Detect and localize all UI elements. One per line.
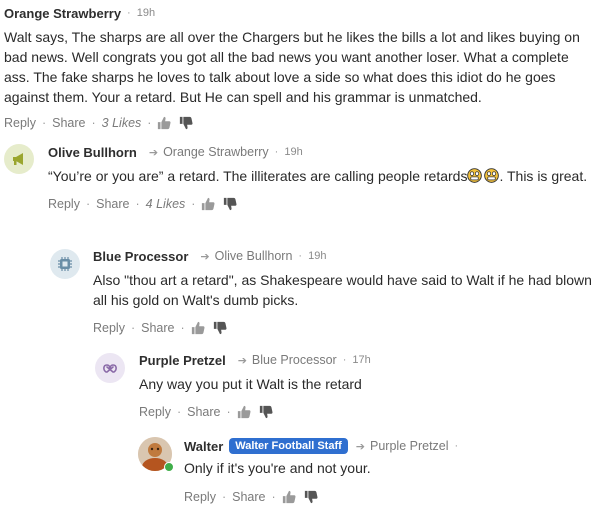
thumbs-down-icon[interactable] <box>179 116 193 130</box>
reply-to[interactable]: ➔ Purple Pretzel <box>356 439 449 453</box>
comment-text: Also "thou art a retard", as Shakespeare… <box>93 272 592 308</box>
separator-dot: · <box>41 116 47 130</box>
comment-text: Only if it's you're and not your. <box>184 460 371 476</box>
separator-dot: · <box>135 197 140 211</box>
separator-dot: · <box>191 197 196 211</box>
separator-dot: · <box>180 321 185 335</box>
share-button[interactable]: Share <box>232 490 265 504</box>
comment-blue-processor: Blue Processor ➔ Olive Bullhorn · 19h Al… <box>93 246 593 338</box>
likes-count[interactable]: 3 Likes <box>102 116 142 130</box>
comment-author[interactable]: Blue Processor <box>93 249 188 264</box>
thumbs-up-icon[interactable] <box>237 405 251 419</box>
reply-arrow-icon: ➔ <box>237 354 247 367</box>
comment-author[interactable]: Walter <box>184 439 223 454</box>
avatar[interactable] <box>50 249 80 279</box>
reply-button[interactable]: Reply <box>48 197 80 211</box>
comment-olive-bullhorn: Olive Bullhorn ➔ Orange Strawberry · 19h… <box>48 142 593 214</box>
separator-dot: · <box>85 197 91 211</box>
separator-dot: · <box>226 405 231 419</box>
reply-to-author: Purple Pretzel <box>370 439 449 453</box>
comment-time[interactable]: 17h <box>352 354 370 366</box>
comment-header: Walter Walter Football Staff ➔ Purple Pr… <box>184 436 594 456</box>
comment-text: Walt says, The sharps are all over the C… <box>4 29 580 105</box>
separator-dot: · <box>130 321 136 335</box>
staff-badge: Walter Football Staff <box>229 438 348 454</box>
comment-orange-strawberry: Orange Strawberry · 19h Walt says, The s… <box>4 3 598 133</box>
separator-dot: · <box>147 116 152 130</box>
thumbs-up-icon[interactable] <box>282 490 296 504</box>
comment-time[interactable]: 19h <box>284 146 302 158</box>
reply-to[interactable]: ➔ Blue Processor <box>238 353 337 367</box>
avatar[interactable] <box>95 353 125 383</box>
separator-dot: · <box>342 354 347 366</box>
comment-actions: Reply · Share · <box>139 402 594 422</box>
comment-text-part: “You’re or you are” a retard. The illite… <box>48 168 468 184</box>
separator-dot: · <box>221 490 227 504</box>
reply-button[interactable]: Reply <box>139 405 171 419</box>
comment-time[interactable]: 19h <box>308 250 326 262</box>
share-button[interactable]: Share <box>187 405 220 419</box>
reply-to-author: Orange Strawberry <box>163 145 269 159</box>
pretzel-icon <box>103 364 117 373</box>
reply-to-author: Blue Processor <box>251 353 337 367</box>
comment-actions: Reply · Share · <box>93 318 593 338</box>
comment-author[interactable]: Olive Bullhorn <box>48 145 137 160</box>
share-button[interactable]: Share <box>141 321 174 335</box>
share-button[interactable]: Share <box>52 116 85 130</box>
reply-arrow-icon: ➔ <box>355 440 366 453</box>
comment-text-part: . This is great. <box>499 168 588 184</box>
separator-dot: · <box>271 490 276 504</box>
reply-to[interactable]: ➔ Orange Strawberry <box>149 145 269 159</box>
thumbs-up-icon[interactable] <box>191 321 205 335</box>
thumbs-up-icon[interactable] <box>157 116 171 130</box>
separator-dot: · <box>127 7 131 19</box>
thumbs-down-icon[interactable] <box>304 490 318 504</box>
thumbs-down-icon[interactable] <box>223 197 237 211</box>
online-status-indicator <box>164 462 174 472</box>
comment-header: Blue Processor ➔ Olive Bullhorn · 19h <box>93 246 593 266</box>
reply-to[interactable]: ➔ Olive Bullhorn <box>200 249 292 263</box>
reply-to-author: Olive Bullhorn <box>214 249 293 263</box>
comment-walter: Walter Walter Football Staff ➔ Purple Pr… <box>184 436 594 507</box>
grimacing-face-emoji-icon <box>467 168 483 183</box>
thumbs-up-icon[interactable] <box>201 197 215 211</box>
comment-header: Orange Strawberry · 19h <box>4 3 598 23</box>
comment-actions: Reply · Share · 3 Likes · <box>4 113 598 133</box>
comment-text: “You’re or you are” a retard. The illite… <box>48 166 593 186</box>
separator-dot: · <box>91 116 96 130</box>
reply-arrow-icon: ➔ <box>200 250 210 263</box>
comment-purple-pretzel: Purple Pretzel ➔ Blue Processor · 17h An… <box>139 350 594 422</box>
thumbs-down-icon[interactable] <box>213 321 227 335</box>
reply-arrow-icon: ➔ <box>148 146 159 159</box>
megaphone-icon <box>13 153 23 165</box>
reply-button[interactable]: Reply <box>184 490 216 504</box>
separator-dot: · <box>454 440 459 452</box>
comment-author[interactable]: Purple Pretzel <box>139 353 226 368</box>
reply-button[interactable]: Reply <box>4 116 36 130</box>
comment-actions: Reply · Share · 4 Likes · <box>48 194 593 214</box>
comment-header: Olive Bullhorn ➔ Orange Strawberry · 19h <box>48 142 593 162</box>
separator-dot: · <box>176 405 182 419</box>
reply-button[interactable]: Reply <box>93 321 125 335</box>
likes-count[interactable]: 4 Likes <box>146 197 186 211</box>
comment-actions: Reply · Share · <box>184 487 594 507</box>
separator-dot: · <box>298 250 303 262</box>
comment-text: Any way you put it Walt is the retard <box>139 376 362 392</box>
comment-header: Purple Pretzel ➔ Blue Processor · 17h <box>139 350 594 370</box>
processor-chip-icon <box>58 257 72 271</box>
share-button[interactable]: Share <box>96 197 129 211</box>
thumbs-down-icon[interactable] <box>259 405 273 419</box>
comment-author[interactable]: Orange Strawberry <box>4 6 121 21</box>
comment-time[interactable]: 19h <box>137 7 155 19</box>
grimacing-face-emoji-icon <box>484 168 500 183</box>
separator-dot: · <box>274 146 279 158</box>
avatar[interactable] <box>4 144 34 174</box>
